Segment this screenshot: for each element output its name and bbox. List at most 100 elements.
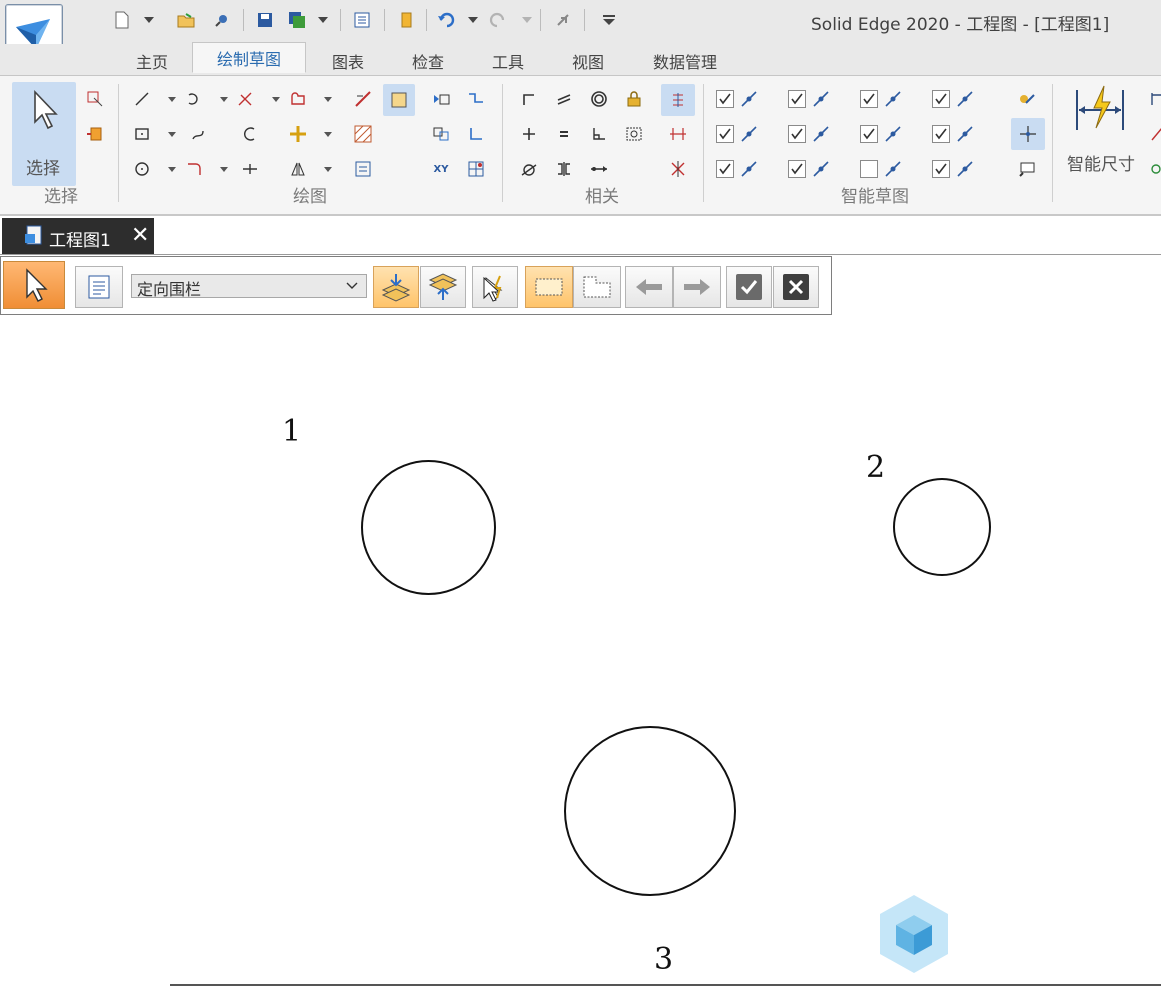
perpendicular-icon[interactable]: [588, 123, 610, 145]
add-to-selection-button[interactable]: [373, 266, 419, 308]
checkbox-perpendicular[interactable]: [932, 125, 950, 143]
hatch-properties-icon[interactable]: [352, 158, 374, 180]
circle-icon[interactable]: [131, 158, 153, 180]
offset-icon[interactable]: [287, 88, 309, 110]
split-icon[interactable]: [239, 158, 261, 180]
checkbox-tangent-arc[interactable]: [860, 90, 878, 108]
arc-dropdown-icon[interactable]: [219, 95, 229, 105]
distance-between-icon[interactable]: [1146, 88, 1161, 110]
select-tool-button[interactable]: 选择: [12, 82, 76, 186]
new-dropdown-icon[interactable]: [142, 8, 156, 32]
intellisketch-options-icon[interactable]: [1016, 88, 1038, 110]
overlap-fence-button[interactable]: [573, 266, 621, 308]
mirror-icon[interactable]: [287, 158, 309, 180]
maintain-relationships-icon[interactable]: [661, 84, 695, 116]
measure-icon[interactable]: [552, 8, 574, 32]
checkbox-midpoint[interactable]: [788, 90, 806, 108]
circle-3[interactable]: [564, 726, 736, 896]
connect-relation-icon[interactable]: [518, 88, 540, 110]
point-snap-icon[interactable]: [1011, 118, 1045, 150]
tab-inspect[interactable]: 检查: [392, 48, 464, 74]
rectangle-dropdown-icon[interactable]: [167, 130, 177, 140]
search-icon[interactable]: [211, 8, 233, 32]
redo-dropdown-icon[interactable]: [520, 8, 534, 32]
extend-icon[interactable]: [239, 123, 261, 145]
checkbox-parallel[interactable]: [860, 160, 878, 178]
move-icon[interactable]: [287, 123, 309, 145]
drawing-canvas[interactable]: [0, 316, 1161, 988]
select-arrow-button[interactable]: [3, 261, 65, 309]
symmetric-icon[interactable]: [553, 158, 575, 180]
circle-dropdown-icon[interactable]: [167, 165, 177, 175]
lock-icon[interactable]: [623, 88, 645, 110]
angle-between-icon[interactable]: [1146, 123, 1161, 145]
tab-data-management[interactable]: 数据管理: [632, 48, 738, 74]
close-tab-icon[interactable]: ✕: [131, 223, 149, 248]
checkbox-silhouette[interactable]: [860, 125, 878, 143]
trim-dropdown-icon[interactable]: [271, 95, 281, 105]
redo-icon[interactable]: [487, 8, 509, 32]
undo-dropdown-icon[interactable]: [466, 8, 480, 32]
customize-icon[interactable]: [598, 8, 620, 32]
point-on-icon[interactable]: [518, 123, 540, 145]
next-button[interactable]: [673, 266, 721, 308]
checkbox-endpoint[interactable]: [716, 90, 734, 108]
connect-icon[interactable]: [465, 88, 487, 110]
tab-sketch[interactable]: 绘制草图: [192, 42, 306, 73]
curve-icon[interactable]: [187, 123, 209, 145]
rigid-set-icon[interactable]: [623, 123, 645, 145]
open-icon[interactable]: [175, 8, 197, 32]
zero-dimension-icon[interactable]: [1016, 158, 1038, 180]
arc-icon[interactable]: [183, 88, 205, 110]
concentric-icon[interactable]: [588, 88, 610, 110]
fillet-dropdown-icon[interactable]: [219, 165, 229, 175]
tab-tools[interactable]: 工具: [472, 48, 544, 74]
checkbox-horizontal[interactable]: [716, 160, 734, 178]
remove-from-selection-button[interactable]: [420, 266, 466, 308]
tangent-icon[interactable]: [518, 158, 540, 180]
query-icon[interactable]: [84, 123, 106, 145]
rectangle-icon[interactable]: [131, 123, 153, 145]
new-document-icon[interactable]: [111, 8, 133, 32]
grid-icon[interactable]: [465, 158, 487, 180]
checkbox-intersection[interactable]: [788, 125, 806, 143]
checkbox-tangent[interactable]: [788, 160, 806, 178]
insert-column-icon[interactable]: [430, 88, 452, 110]
save-dropdown-icon[interactable]: [316, 8, 330, 32]
checkbox-tangent-line[interactable]: [932, 160, 950, 178]
copy-elements-icon[interactable]: [430, 123, 452, 145]
checkbox-vertical[interactable]: [932, 90, 950, 108]
properties-icon[interactable]: [351, 8, 373, 32]
include-icon[interactable]: [383, 84, 415, 116]
tab-diagram[interactable]: 图表: [312, 48, 384, 74]
relationship-handles-icon[interactable]: [667, 123, 689, 145]
inside-fence-button[interactable]: [525, 266, 573, 308]
offset-dropdown-icon[interactable]: [323, 95, 333, 105]
previous-button[interactable]: [625, 266, 673, 308]
horizontal-vertical-icon[interactable]: [588, 158, 610, 180]
project-icon[interactable]: [352, 88, 374, 110]
equal-icon[interactable]: [553, 123, 575, 145]
circle-1[interactable]: [361, 460, 496, 595]
save-all-icon[interactable]: [286, 8, 308, 32]
cancel-button[interactable]: [773, 266, 819, 308]
circle-2[interactable]: [893, 478, 991, 576]
checkbox-point-on-element[interactable]: [716, 125, 734, 143]
fill-icon[interactable]: [352, 123, 374, 145]
tab-view[interactable]: 视图: [552, 48, 624, 74]
move-dropdown-icon[interactable]: [323, 130, 333, 140]
select-dependents-icon[interactable]: [84, 88, 106, 110]
save-icon[interactable]: [254, 8, 276, 32]
delete-relationships-icon[interactable]: [667, 158, 689, 180]
xy-coordinates-icon[interactable]: XY: [430, 158, 452, 180]
parallel-icon[interactable]: [553, 88, 575, 110]
undo-icon[interactable]: [435, 8, 457, 32]
mirror-dropdown-icon[interactable]: [323, 165, 333, 175]
corner-icon[interactable]: [465, 123, 487, 145]
tab-home[interactable]: 主页: [116, 48, 188, 74]
trim-icon[interactable]: [235, 88, 257, 110]
options-button[interactable]: [75, 266, 123, 308]
fillet-icon[interactable]: [183, 158, 205, 180]
bookmark-icon[interactable]: [395, 8, 417, 32]
line-icon[interactable]: [131, 88, 153, 110]
